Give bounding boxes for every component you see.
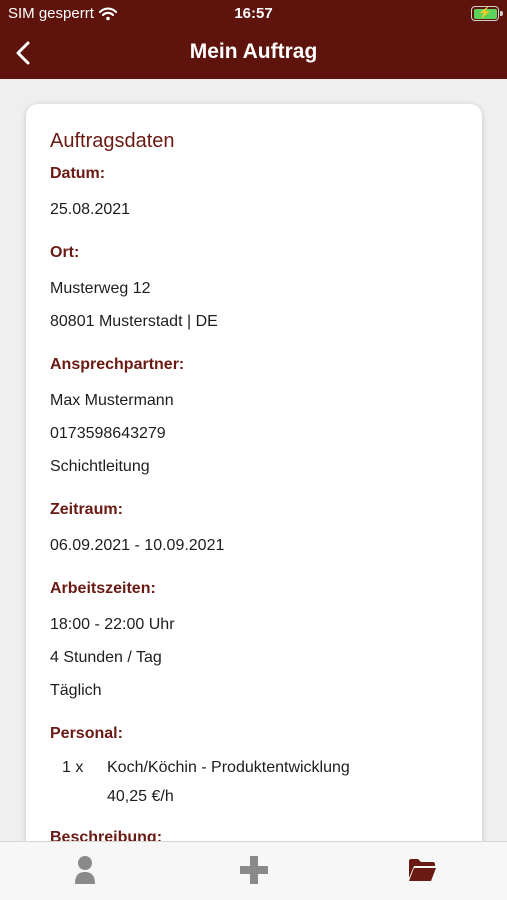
arbeitszeiten-hours: 18:00 - 22:00 Uhr [50,616,175,633]
battery-charging-icon: ⚡ [471,6,503,21]
section-ansprechpartner: Ansprechpartner: Max Mustermann 01735986… [50,356,458,483]
contact-phone[interactable]: 0173598643279 [50,417,458,450]
navigation-bar: SIM gesperrt 16:57 ⚡ Mein Auftrag [0,0,507,79]
personal-quantity: 1 x [62,759,84,776]
tab-orders[interactable] [402,850,442,890]
section-personal: Personal: 1 x Koch/Köchin - Produktentwi… [50,725,458,811]
plus-icon [240,856,268,884]
zeitraum-label: Zeitraum: [50,501,123,518]
status-time: 16:57 [234,5,273,22]
section-ort: Ort: Musterweg 12 80801 Musterstadt | DE [50,244,458,338]
tab-add[interactable] [234,850,274,890]
ort-city: 80801 Musterstadt | DE [50,313,218,330]
card-title: Auftragsdaten [50,130,175,152]
order-details-card: Auftragsdaten Datum: 25.08.2021 Ort: Mus… [26,104,482,864]
personal-role: Koch/Köchin - Produktentwicklung [107,759,350,776]
status-bar: SIM gesperrt 16:57 ⚡ [0,0,507,30]
section-arbeitszeiten: Arbeitszeiten: 18:00 - 22:00 Uhr 4 Stund… [50,580,458,707]
arbeitszeiten-duration: 4 Stunden / Tag [50,649,162,666]
datum-value: 25.08.2021 [50,201,131,218]
personal-rate: 40,25 €/h [107,788,174,805]
tab-bar [0,841,507,900]
personal-label: Personal: [50,725,123,742]
personal-row: 1 x Koch/Köchin - Produktentwicklung 40,… [50,753,458,811]
arbeitszeiten-frequency: Täglich [50,682,102,699]
tab-profile[interactable] [65,850,105,890]
contact-role: Schichtleitung [50,458,150,475]
contact-name: Max Mustermann [50,392,174,409]
section-zeitraum: Zeitraum: 06.09.2021 - 10.09.2021 [50,501,458,562]
ort-street: Musterweg 12 [50,280,151,297]
datum-label: Datum: [50,165,106,182]
person-icon [75,856,95,884]
ort-label: Ort: [50,244,80,261]
section-datum: Datum: 25.08.2021 [50,165,458,226]
arbeitszeiten-label: Arbeitszeiten: [50,580,156,597]
zeitraum-value: 06.09.2021 - 10.09.2021 [50,537,225,554]
ansprechpartner-label: Ansprechpartner: [50,356,185,373]
page-title: Mein Auftrag [189,40,318,63]
folder-icon [409,859,436,881]
